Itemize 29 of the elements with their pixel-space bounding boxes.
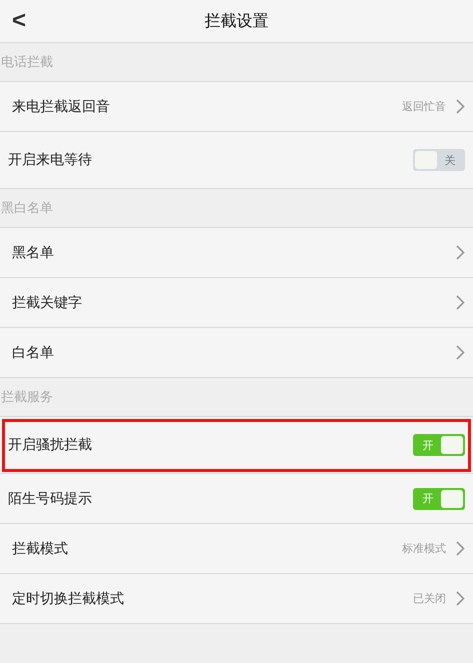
row-label: 开启骚扰拦截 — [8, 436, 93, 454]
row-label: 拦截关键字 — [12, 294, 83, 312]
row-value: 标准模式 — [402, 541, 446, 556]
settings-row[interactable]: 开启来电等待 关 — [0, 132, 473, 189]
chevron-icon — [456, 295, 465, 310]
settings-row[interactable]: 来电拦截返回音 返回忙音 — [0, 82, 473, 132]
row-label: 白名单 — [12, 344, 55, 362]
row-label: 开启来电等待 — [8, 151, 93, 169]
highlighted-row[interactable]: 开启骚扰拦截 开 — [0, 417, 473, 474]
settings-row[interactable]: 白名单 — [0, 328, 473, 378]
settings-row[interactable]: 拦截关键字 — [0, 278, 473, 328]
chevron-icon — [456, 591, 465, 606]
settings-row[interactable]: 定时切换拦截模式 已关闭 — [0, 574, 473, 624]
row-label: 拦截模式 — [12, 540, 69, 558]
row-value: 返回忙音 — [402, 99, 446, 114]
chevron-icon — [456, 345, 465, 360]
settings-row[interactable]: 陌生号码提示 开 — [0, 474, 473, 524]
chevron-icon — [456, 245, 465, 260]
chevron-icon — [456, 99, 465, 114]
row-value: 已关闭 — [413, 591, 446, 606]
row-label: 陌生号码提示 — [8, 490, 93, 508]
settings-row[interactable]: 拦截模式 标准模式 — [0, 524, 473, 574]
row-label: 黑名单 — [12, 244, 55, 262]
row-label: 来电拦截返回音 — [12, 98, 111, 116]
page-title: 拦截设置 — [204, 10, 268, 32]
back-button[interactable]: < — [6, 4, 32, 38]
chevron-icon — [456, 541, 465, 556]
row-label: 定时切换拦截模式 — [12, 590, 125, 608]
settings-row[interactable]: 黑名单 — [0, 228, 473, 278]
